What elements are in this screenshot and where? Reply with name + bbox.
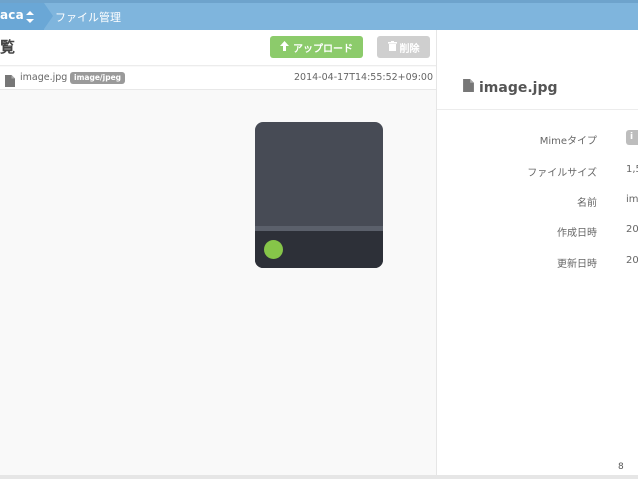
divider	[437, 109, 638, 110]
prop-label-name: 名前	[577, 198, 597, 209]
arrow-up-icon	[280, 40, 289, 54]
prop-label-size: ファイルサイズ	[527, 168, 597, 179]
chevron-updown-icon[interactable]	[25, 9, 35, 25]
trash-icon	[387, 40, 397, 54]
prop-label-updated: 更新日時	[557, 259, 597, 270]
prop-value-size: 1,5	[626, 164, 638, 175]
file-list-pane: 覧 アップロード 削除 image.jpg image/jpeg 2014-04…	[0, 30, 436, 479]
breadcrumb-bar: aca ファイル管理	[0, 0, 638, 30]
file-row[interactable]: image.jpg image/jpeg 2014-04-17T14:55:52…	[0, 67, 436, 90]
file-date: 2014-04-17T14:55:52+09:00	[294, 72, 434, 83]
file-icon	[463, 79, 474, 96]
file-icon	[5, 72, 15, 91]
window-bottom-edge	[0, 475, 638, 479]
page-title: 覧	[0, 38, 16, 56]
prop-value-name: ima	[626, 194, 638, 205]
prop-label-created: 作成日時	[557, 228, 597, 239]
upload-button-label: アップロード	[293, 43, 353, 55]
delete-button[interactable]: 削除	[377, 36, 430, 58]
breadcrumb-app[interactable]: aca	[0, 3, 44, 30]
page-number: 8	[618, 462, 624, 472]
file-detail-pane: image.jpg Mimeタイプ i ファイルサイズ 1,5 名前 ima 作…	[436, 30, 638, 479]
breadcrumb-app-label: aca	[0, 8, 24, 22]
prop-label-mime: Mimeタイプ	[539, 136, 597, 147]
breadcrumb-separator	[44, 3, 53, 29]
detail-title-text: image.jpg	[479, 79, 558, 96]
delete-button-label: 削除	[399, 43, 420, 55]
detail-title: image.jpg	[463, 79, 558, 96]
image-preview[interactable]	[255, 122, 383, 268]
file-name: image.jpg	[20, 72, 68, 83]
upload-button[interactable]: アップロード	[270, 36, 363, 58]
mime-badge: image/jpeg	[70, 72, 126, 84]
prop-value-created: 20	[626, 224, 638, 235]
file-list-header: 覧 アップロード 削除	[0, 30, 436, 66]
preview-dot	[264, 240, 283, 259]
prop-value-updated: 20	[626, 255, 638, 266]
prop-value-mime: i	[626, 130, 638, 145]
breadcrumb-current-page[interactable]: ファイル管理	[55, 9, 121, 25]
